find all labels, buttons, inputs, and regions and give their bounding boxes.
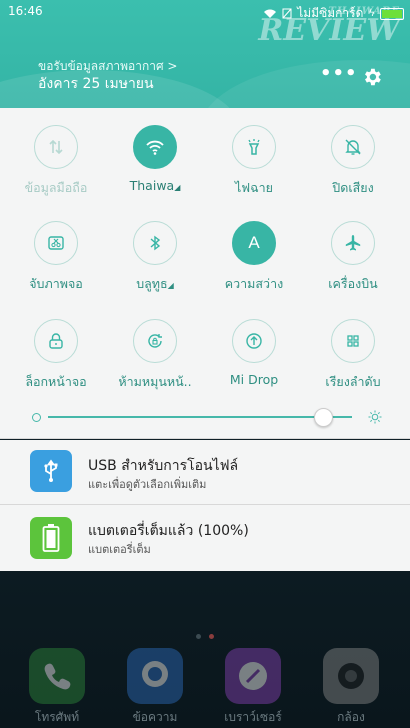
dock-label: ข้อความ <box>132 710 178 724</box>
mute-icon <box>331 125 375 169</box>
browser-icon <box>225 648 281 704</box>
toggle-label: Mi Drop <box>229 372 279 387</box>
bluetooth-icon <box>133 221 177 265</box>
battery-icon <box>380 7 404 20</box>
battery-full-icon <box>30 517 72 559</box>
brightness-low-icon <box>32 413 41 422</box>
notification-title: USB สำหรับการโอนไฟล์ <box>88 458 239 474</box>
toggle-airplane[interactable]: เครื่องบิน <box>304 221 402 294</box>
toggle-screenshot[interactable]: จับภาพจอ <box>7 221 105 294</box>
notification-battery[interactable]: แบตเตอรี่เต็มแล้ว (100%) แบตเตอรี่เต็ม <box>0 505 410 571</box>
page-indicator <box>0 624 410 643</box>
toggle-label: เครื่องบิน <box>328 276 378 291</box>
notification-subtitle: แตะเพื่อดูตัวเลือกเพิ่มเติม <box>88 478 207 491</box>
toggle-label: จับภาพจอ <box>29 276 83 291</box>
toggle-label: ปิดเสียง <box>332 180 374 195</box>
quick-settings-panel: ข้อมูลมือถือ Thaiwa◢ ไฟฉาย ปิดเสียง จับภ… <box>0 108 410 439</box>
messages-icon <box>127 648 183 704</box>
toggle-label: บลูทูธ◢ <box>106 274 204 294</box>
status-bar: 16:46 ไม่มีซิมการ์ด ϟ <box>0 0 410 22</box>
charging-icon: ϟ <box>368 8 375 19</box>
dock-app-messages[interactable]: ข้อความ <box>122 648 188 727</box>
no-sim-icon <box>282 8 292 19</box>
brightness-slider[interactable] <box>30 408 382 427</box>
toggle-label: ห้ามหมุนหน้.. <box>118 374 192 389</box>
expand-arrow-icon: ◢ <box>174 183 181 192</box>
camera-icon <box>323 648 379 704</box>
toggle-label: ข้อมูลมือถือ <box>24 180 88 195</box>
toggle-mute[interactable]: ปิดเสียง <box>304 125 402 198</box>
dock-app-camera[interactable]: กล้อง <box>318 648 384 727</box>
wifi-icon <box>133 125 177 169</box>
phone-icon <box>29 648 85 704</box>
gear-icon[interactable] <box>361 66 383 88</box>
auto-brightness-glyph: A <box>248 233 260 252</box>
toggle-label-text: บลูทูธ <box>136 276 168 291</box>
toggle-bluetooth[interactable]: บลูทูธ◢ <box>106 221 204 294</box>
dock: โทรศัพท์ ข้อความ เบราว์เซอร์ กล้อง <box>0 648 410 728</box>
rotation-lock-icon <box>133 319 177 363</box>
mobile-data-icon <box>34 125 78 169</box>
brightness-high-icon <box>368 410 382 424</box>
dock-label: โทรศัพท์ <box>34 710 80 724</box>
status-time: 16:46 <box>8 4 43 18</box>
arrange-icon <box>331 319 375 363</box>
page-dot-active <box>209 634 214 639</box>
lock-icon <box>34 319 78 363</box>
toggle-arrange[interactable]: เรียงลำดับ <box>304 319 402 392</box>
notification-title: แบตเตอรี่เต็มแล้ว (100%) <box>88 523 249 539</box>
toggle-lock-screen[interactable]: ล็อกหน้าจอ <box>7 319 105 392</box>
auto-brightness-icon: A <box>232 221 276 265</box>
usb-icon <box>30 450 72 492</box>
more-button[interactable]: ••• <box>320 65 357 86</box>
toggle-mobile-data[interactable]: ข้อมูลมือถือ <box>7 125 105 198</box>
brightness-thumb[interactable] <box>313 408 333 427</box>
toggle-label: Thaiwa◢ <box>106 178 204 193</box>
dock-label: เบราว์เซอร์ <box>224 710 282 724</box>
toggle-label: เรียงลำดับ <box>325 374 381 389</box>
page-dot <box>196 634 201 639</box>
mi-drop-icon <box>232 319 276 363</box>
status-icons: ไม่มีซิมการ์ด ϟ <box>263 4 404 23</box>
toggle-label: ความสว่าง <box>224 276 284 291</box>
screenshot-icon <box>34 221 78 265</box>
toggle-label-text: Thaiwa <box>129 178 175 193</box>
dock-app-phone[interactable]: โทรศัพท์ <box>24 648 90 727</box>
toggle-label: ล็อกหน้าจอ <box>25 374 87 389</box>
toggle-mi-drop[interactable]: Mi Drop <box>205 319 303 387</box>
toggle-auto-brightness[interactable]: A ความสว่าง <box>205 221 303 294</box>
carrier-text: ไม่มีซิมการ์ด <box>297 6 364 20</box>
toggle-wifi[interactable]: Thaiwa◢ <box>106 125 204 193</box>
dock-app-browser[interactable]: เบราว์เซอร์ <box>220 648 286 727</box>
date-text: อังคาร 25 เมษายน <box>38 76 154 92</box>
brightness-track[interactable] <box>48 416 352 418</box>
wifi-status-icon <box>264 9 277 18</box>
expand-arrow-icon: ◢ <box>167 281 174 290</box>
dock-label: กล้อง <box>337 710 365 724</box>
notification-usb[interactable]: USB สำหรับการโอนไฟล์ แตะเพื่อดูตัวเลือกเ… <box>0 440 410 504</box>
flashlight-icon <box>232 125 276 169</box>
shade-header: THAIWARE REVIEW 16:46 ไม่มีซิมการ์ด ϟ ขอ… <box>0 0 410 108</box>
notification-subtitle: แบตเตอรี่เต็ม <box>88 543 151 556</box>
airplane-icon <box>331 221 375 265</box>
toggle-label: ไฟฉาย <box>235 180 273 195</box>
toggle-rotation-lock[interactable]: ห้ามหมุนหน้.. <box>106 319 204 392</box>
toggle-flashlight[interactable]: ไฟฉาย <box>205 125 303 198</box>
